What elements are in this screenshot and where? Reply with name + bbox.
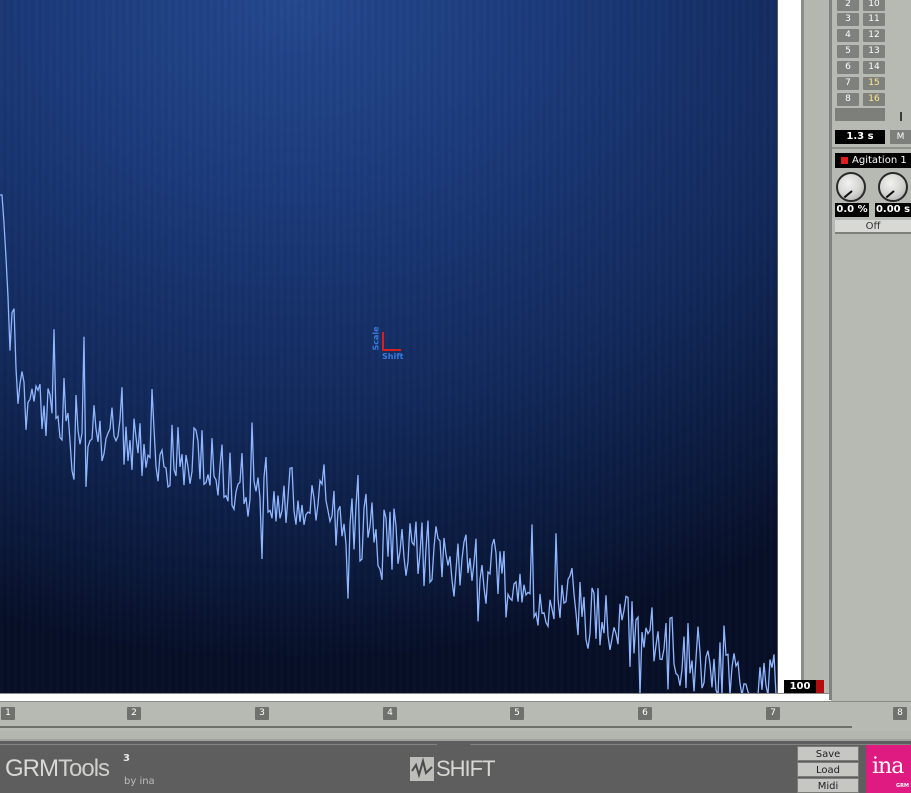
display-side-strip (777, 0, 801, 693)
brand-grm-text: GRM (5, 755, 59, 782)
timeline-marker-6[interactable]: 6 (638, 707, 652, 720)
gain-level-indicator (816, 680, 824, 693)
gain-readout[interactable]: 100 % (784, 680, 816, 705)
timeline-marker-3[interactable]: 3 (255, 707, 269, 720)
waveform-check-icon (410, 757, 434, 781)
timeline-marker-7[interactable]: 7 (766, 707, 780, 720)
agitation-amount-knob-icon[interactable] (836, 172, 866, 202)
channel-button-10[interactable]: 10 (863, 0, 885, 11)
agitation-amount-readout[interactable]: 0.0 % (835, 203, 869, 217)
timeline-marker-2[interactable]: 2 (127, 707, 141, 720)
timeline-marker-1[interactable]: 1 (1, 707, 15, 720)
agitation-off-button[interactable]: Off (835, 220, 911, 234)
ina-logo: ina GRM (866, 745, 911, 793)
channel-tick-marker (900, 112, 902, 121)
timeline-ruler-line (0, 726, 852, 728)
channel-button-14[interactable]: 14 (863, 61, 885, 74)
channel-button-16[interactable]: 16 (863, 93, 885, 106)
channel-button-15[interactable]: 15 (863, 77, 885, 90)
ina-logo-text: ina (872, 754, 904, 779)
load-button[interactable]: Load (797, 762, 859, 777)
right-column-divider (832, 147, 911, 149)
display-divider (801, 0, 804, 693)
scale-axis-label: Scale (371, 326, 381, 351)
brand-wordmark: GRMTools (5, 755, 110, 783)
brand-version: 3 (123, 753, 130, 764)
scale-shift-axis-indicator[interactable]: Scale Shift (370, 326, 410, 364)
timeline-marker-4[interactable]: 4 (383, 707, 397, 720)
time-mode-button[interactable]: M (890, 130, 911, 144)
channel-button-4[interactable]: 4 (837, 29, 859, 42)
status-led-icon (841, 157, 848, 164)
channel-all-button[interactable] (835, 108, 885, 121)
timeline-marker-5[interactable]: 5 (510, 707, 524, 720)
time-readout[interactable]: 1.3 s (835, 130, 885, 144)
channel-button-11[interactable]: 11 (863, 13, 885, 26)
channel-button-2[interactable]: 2 (837, 0, 859, 11)
plugin-window: Scale Shift 100 % 2 3 4 5 6 7 8 10 11 12… (0, 0, 911, 793)
brand-tools-text: Tools (58, 755, 110, 782)
footer-divider-right (470, 744, 910, 745)
channel-button-7[interactable]: 7 (837, 77, 859, 90)
channel-button-13[interactable]: 13 (863, 45, 885, 58)
spectrum-display[interactable]: Scale Shift (0, 0, 777, 693)
footer-divider-left (0, 744, 437, 745)
display-bottom-strip (0, 693, 831, 701)
ina-logo-subtext: GRM (896, 783, 909, 789)
channel-button-12[interactable]: 12 (863, 29, 885, 42)
brand-byline: by ina (124, 776, 155, 787)
timeline-marker-8[interactable]: 8 (893, 707, 907, 720)
agitation-time-readout[interactable]: 0.00 s (875, 203, 911, 217)
channel-button-5[interactable]: 5 (837, 45, 859, 58)
agitation-time-knob-icon[interactable] (878, 172, 908, 202)
channel-button-8[interactable]: 8 (837, 93, 859, 106)
shift-axis-arrow-icon (382, 349, 401, 351)
channel-button-3[interactable]: 3 (837, 13, 859, 26)
plugin-name: SHIFT (436, 756, 496, 781)
shift-axis-label: Shift (382, 352, 404, 361)
save-button[interactable]: Save (797, 746, 859, 761)
midi-button[interactable]: Midi (797, 778, 859, 793)
channel-button-6[interactable]: 6 (837, 61, 859, 74)
